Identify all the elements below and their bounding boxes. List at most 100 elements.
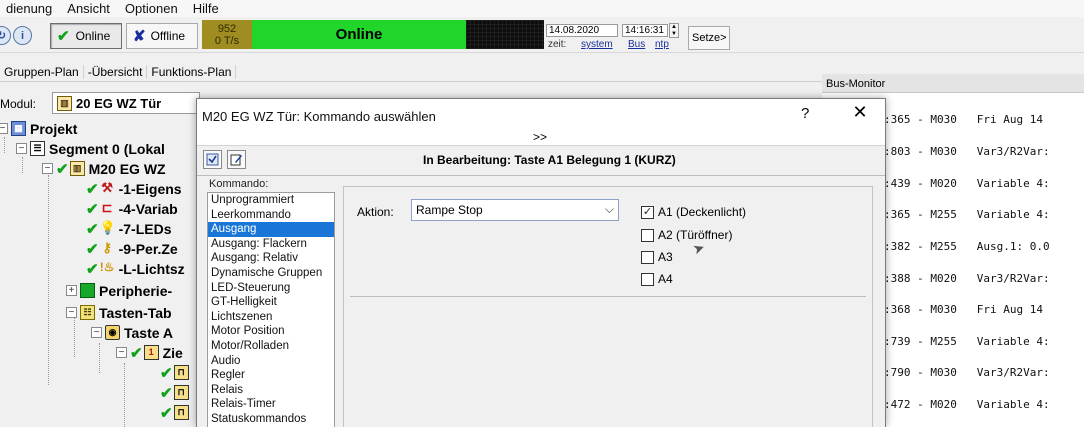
tree-label: -1-Eigens: [118, 180, 182, 197]
checkmark-icon: ✔: [160, 404, 173, 422]
collapse-icon[interactable]: −: [91, 327, 102, 338]
collapse-icon[interactable]: −: [116, 347, 127, 358]
list-item[interactable]: Relais: [208, 383, 334, 398]
output-label: A1 (Deckenlicht): [658, 205, 747, 219]
tree-item[interactable]: ✔ ⚷ -9-Per.Ze: [86, 239, 178, 258]
list-item[interactable]: Lichtszenen: [208, 310, 334, 325]
project-tree: − ▦ Projekt − ☰ Segment 0 (Lokal − ✔ ▥ M…: [0, 119, 196, 427]
log-line: :803 - M030 Var3/R2Var:: [884, 145, 1050, 158]
output-a3-checkbox[interactable]: A3: [641, 248, 673, 266]
log-line: :368 - M030 Fri Aug 14: [884, 303, 1043, 316]
offline-button[interactable]: ✘ Offline: [126, 23, 198, 49]
tree-label: Taste A: [124, 324, 174, 341]
list-item[interactable]: Regler: [208, 368, 334, 383]
tree-item[interactable]: ✔ ⊓: [160, 383, 193, 402]
edit-icon[interactable]: [227, 150, 246, 169]
list-item[interactable]: Ausgang: Flackern: [208, 237, 334, 252]
tree-label: Tasten-Tab: [99, 304, 172, 321]
menu-item-bedienung[interactable]: dienung: [0, 1, 61, 16]
apply-icon[interactable]: [203, 150, 222, 169]
aktion-dropdown[interactable]: Rampe Stop ⌵: [411, 199, 619, 221]
system-link[interactable]: system: [581, 39, 613, 50]
tree-item[interactable]: ✔ ⊓: [160, 403, 193, 422]
online-button[interactable]: ✔ Online: [50, 23, 122, 49]
list-item[interactable]: Dynamische Gruppen: [208, 266, 334, 281]
collapse-icon[interactable]: −: [66, 307, 77, 318]
tree-item[interactable]: ✔ ⊏ -4-Variab: [86, 199, 178, 218]
menu-bar: dienung Ansicht Optionen Hilfe: [0, 0, 1084, 17]
project-icon: ▦: [11, 121, 26, 136]
segment-icon: ☰: [30, 141, 45, 156]
list-item[interactable]: Unprogrammiert: [208, 193, 334, 208]
info-icon[interactable]: i: [13, 26, 32, 45]
time-field[interactable]: 14:16:31: [622, 24, 668, 37]
list-item[interactable]: Motor/Rolladen: [208, 339, 334, 354]
list-item[interactable]: Statuskommandos: [208, 412, 334, 427]
kommando-list[interactable]: Unprogrammiert Leerkommando Ausgang Ausg…: [207, 192, 335, 427]
output-a1-checkbox[interactable]: ✓ A1 (Deckenlicht): [641, 203, 746, 221]
aktion-value: Rampe Stop: [416, 203, 483, 217]
tree-label: M20 EG WZ: [88, 160, 166, 177]
menu-item-hilfe[interactable]: Hilfe: [187, 1, 228, 16]
collapse-icon[interactable]: −: [0, 123, 8, 134]
expand-chevron[interactable]: >>: [533, 130, 547, 144]
tree-item[interactable]: − ◉ Taste A: [91, 323, 173, 342]
checkbox-icon[interactable]: [641, 250, 654, 264]
tree-item[interactable]: + Peripherie-: [66, 281, 172, 300]
divider: [197, 175, 885, 176]
setze-button[interactable]: Setze>: [688, 26, 730, 50]
plan-tabs: Gruppen-Plan -Übersicht Funktions-Plan: [0, 62, 822, 82]
list-item[interactable]: Audio: [208, 354, 334, 369]
counter-rate: 0 T/s: [214, 35, 240, 47]
menu-item-optionen[interactable]: Optionen: [119, 1, 187, 16]
list-item-selected[interactable]: Ausgang: [208, 222, 334, 237]
tree-item[interactable]: − ✔ ▥ M20 EG WZ: [42, 159, 166, 178]
tree-label: -4-Variab: [118, 200, 178, 217]
tree-item[interactable]: − ☰ Segment 0 (Lokal: [16, 139, 165, 158]
list-item[interactable]: LED-Steuerung: [208, 281, 334, 296]
tree-item[interactable]: ✔ !♨ -L-Lichtsz: [86, 259, 185, 278]
collapse-icon[interactable]: −: [16, 143, 27, 154]
tree-item[interactable]: ✔ ⚒ -1-Eigens: [86, 179, 182, 198]
expand-icon[interactable]: +: [66, 285, 77, 296]
list-item[interactable]: Motor Position: [208, 324, 334, 339]
telegram-counter: 952 0 T/s: [202, 20, 252, 49]
refresh-icon[interactable]: ↻: [0, 26, 11, 45]
tree-item[interactable]: − ▦ Projekt: [0, 119, 77, 138]
checkmark-icon: ✔: [86, 220, 99, 238]
list-item[interactable]: Ausgang: Relativ: [208, 251, 334, 266]
list-item[interactable]: Leerkommando: [208, 208, 334, 223]
pulse-icon: ⊓: [173, 405, 189, 420]
tab-funktions-plan[interactable]: Funktions-Plan: [147, 64, 237, 79]
tree-item[interactable]: ✔ ⊓: [160, 363, 193, 382]
checkbox-icon[interactable]: [641, 272, 654, 286]
application-window: dienung Ansicht Optionen Hilfe ↻ i ✔ Onl…: [0, 0, 1084, 427]
tree-item[interactable]: − ✔ 1 Zie: [116, 343, 183, 362]
tree-item[interactable]: − ☷ Tasten-Tab: [66, 303, 172, 322]
output-a4-checkbox[interactable]: A4: [641, 270, 673, 288]
kommando-label: Kommando:: [209, 178, 269, 190]
date-field[interactable]: 14.08.2020: [546, 24, 618, 37]
tab-uebersicht[interactable]: -Übersicht: [84, 64, 148, 79]
tree-label: Peripherie-: [99, 282, 173, 299]
checkbox-icon[interactable]: [641, 228, 654, 242]
help-button[interactable]: ?: [801, 105, 809, 122]
checkbox-checked-icon[interactable]: ✓: [641, 205, 654, 219]
close-button[interactable]: ✕: [847, 102, 873, 123]
list-item[interactable]: Relais-Timer: [208, 397, 334, 412]
bus-link[interactable]: Bus: [628, 39, 645, 50]
menu-item-ansicht[interactable]: Ansicht: [61, 1, 119, 16]
tree-label: -7-LEDs: [118, 220, 172, 237]
tree-item[interactable]: ✔ 💡 -7-LEDs: [86, 219, 171, 238]
output-a2-checkbox[interactable]: A2 (Türöffner): [641, 226, 732, 244]
properties-icon: ⚒: [101, 180, 113, 195]
time-spinner[interactable]: ▲ ▼: [669, 23, 679, 38]
ntp-link[interactable]: ntp: [655, 39, 669, 50]
list-item[interactable]: GT-Helligkeit: [208, 295, 334, 310]
module-icon: ▥: [69, 161, 85, 176]
cross-icon: ✘: [133, 28, 146, 45]
module-icon: ▥: [57, 95, 72, 111]
modul-selector[interactable]: ▥ 20 EG WZ Tür: [52, 92, 200, 114]
collapse-icon[interactable]: −: [42, 163, 53, 174]
tab-gruppen-plan[interactable]: Gruppen-Plan: [0, 64, 84, 79]
